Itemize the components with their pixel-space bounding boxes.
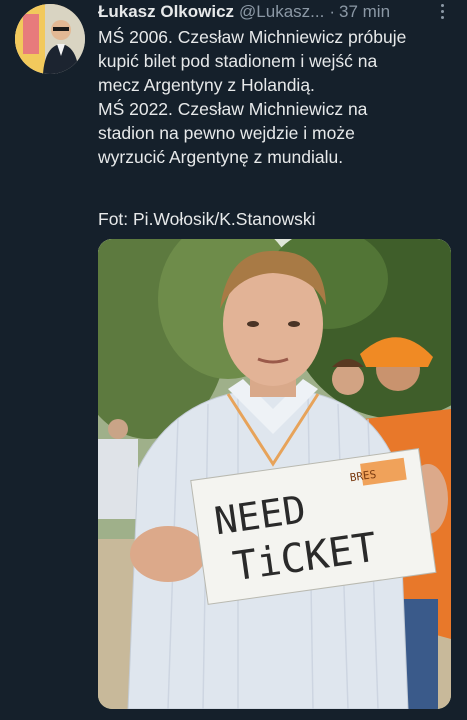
tweet-text-line: kupić bilet pod stadionem i wejść na: [98, 51, 378, 71]
photo-image: BRES NEED TiCKET: [98, 239, 451, 709]
tweet-header: Łukasz Olkowicz @Lukasz... · 37 min: [98, 0, 458, 24]
author-handle[interactable]: @Lukasz...: [239, 2, 324, 22]
separator-dot: ·: [329, 2, 336, 21]
author-avatar[interactable]: [15, 4, 85, 74]
tweet-text: MŚ 2006. Czesław Michniewicz próbuje kup…: [98, 25, 453, 169]
tweet-text-line: wyrzucić Argentynę z mundialu.: [98, 147, 344, 167]
avatar-image: [15, 4, 85, 74]
tweet-text-line: stadion na pewno wejdzie i może: [98, 123, 355, 143]
photo-credit: Fot: Pi.Wołosik/K.Stanowski: [98, 209, 316, 229]
tweet-timestamp[interactable]: 37 min: [339, 2, 390, 22]
more-vertical-icon[interactable]: [433, 0, 451, 22]
tweet-text-line: MŚ 2022. Czesław Michniewicz na: [98, 99, 368, 119]
author-name[interactable]: Łukasz Olkowicz: [98, 2, 234, 22]
tweet-photo[interactable]: BRES NEED TiCKET: [98, 239, 451, 709]
tweet-text-line: MŚ 2006. Czesław Michniewicz próbuje: [98, 27, 407, 47]
tweet-text-line: mecz Argentyny z Holandią.: [98, 75, 315, 95]
